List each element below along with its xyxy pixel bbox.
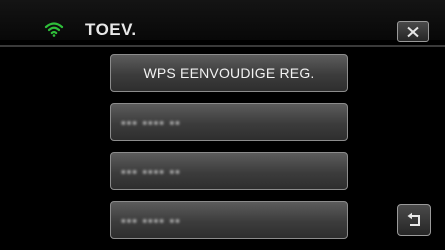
wps-button-label: WPS EENVOUDIGE REG. <box>143 65 315 81</box>
network-item-1-button[interactable]: ▪▪▪ ▪▪▪▪ ▪▪ <box>110 103 348 141</box>
return-icon <box>407 212 420 226</box>
wifi-icon <box>44 22 64 37</box>
network-item-1-label: ▪▪▪ ▪▪▪▪ ▪▪ <box>121 114 181 130</box>
wps-easy-registration-button[interactable]: WPS EENVOUDIGE REG. <box>110 54 348 92</box>
return-button[interactable] <box>397 204 431 236</box>
close-button[interactable] <box>397 21 429 42</box>
screen: TOEV. WPS EENVOUDIGE REG. ▪▪▪ ▪▪▪▪ ▪▪ ▪▪… <box>0 0 445 250</box>
page-title: TOEV. <box>85 20 137 39</box>
network-item-2-label: ▪▪▪ ▪▪▪▪ ▪▪ <box>121 163 181 179</box>
header-bar: TOEV. <box>0 0 445 42</box>
header-divider <box>0 45 445 47</box>
close-icon <box>407 26 419 37</box>
network-item-3-label: ▪▪▪ ▪▪▪▪ ▪▪ <box>121 212 181 228</box>
network-item-3-button[interactable]: ▪▪▪ ▪▪▪▪ ▪▪ <box>110 201 348 239</box>
network-item-2-button[interactable]: ▪▪▪ ▪▪▪▪ ▪▪ <box>110 152 348 190</box>
